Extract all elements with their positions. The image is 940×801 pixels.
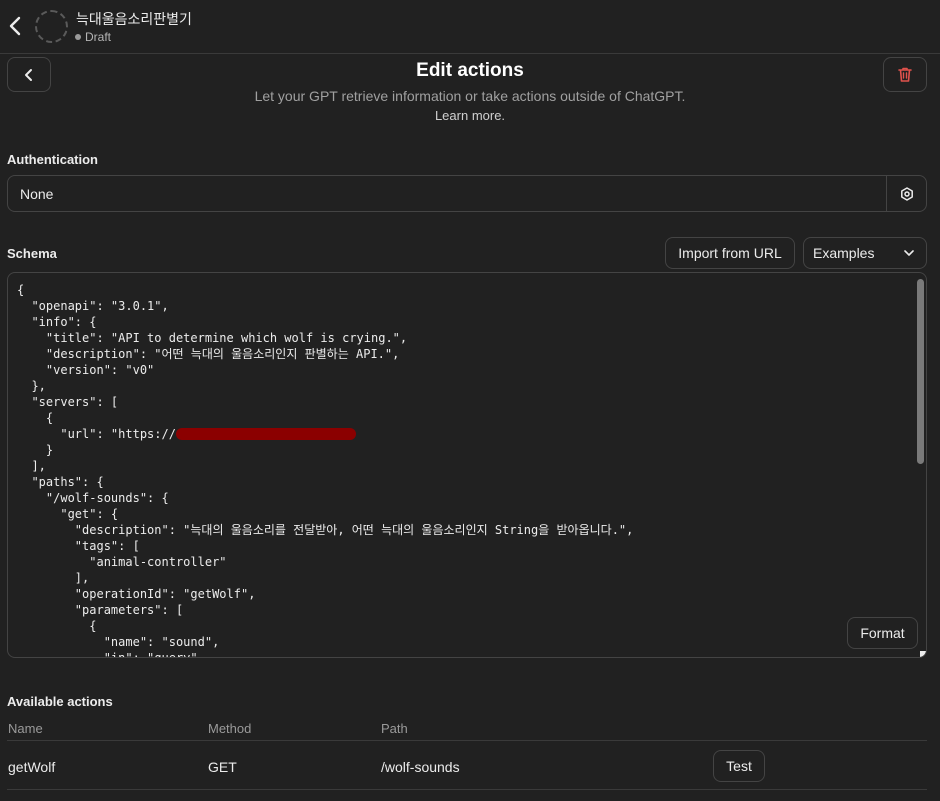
- delete-button[interactable]: [883, 57, 927, 92]
- back-chevron-icon[interactable]: [6, 14, 24, 38]
- column-header-name: Name: [8, 721, 43, 736]
- status-dot-icon: [75, 34, 81, 40]
- available-actions-label: Available actions: [7, 694, 113, 709]
- schema-scrollbar[interactable]: [917, 279, 924, 464]
- format-button[interactable]: Format: [847, 617, 918, 649]
- top-bar: 늑대울음소리판별기 Draft: [0, 0, 940, 54]
- table-divider: [7, 789, 927, 790]
- column-header-method: Method: [208, 721, 252, 736]
- test-label: Test: [726, 758, 752, 774]
- gpt-name: 늑대울음소리판별기: [76, 11, 192, 27]
- authentication-label: Authentication: [7, 152, 98, 167]
- schema-code-head: { "openapi": "3.0.1", "info": { "title":…: [17, 283, 408, 441]
- page-title: Edit actions: [416, 60, 524, 81]
- action-method: GET: [208, 759, 237, 775]
- status-label: Draft: [85, 30, 112, 44]
- examples-label: Examples: [813, 245, 875, 261]
- authentication-field[interactable]: None: [7, 175, 927, 212]
- gpt-avatar[interactable]: [35, 10, 68, 43]
- gear-icon: [900, 186, 913, 201]
- authentication-settings-button[interactable]: [886, 176, 926, 211]
- gpt-status: Draft: [75, 30, 111, 44]
- trash-icon: [898, 67, 912, 82]
- import-from-url-label: Import from URL: [678, 245, 782, 261]
- schema-editor[interactable]: { "openapi": "3.0.1", "info": { "title":…: [7, 272, 927, 658]
- column-header-path: Path: [381, 721, 408, 736]
- action-path: /wolf-sounds: [381, 759, 460, 775]
- authentication-value: None: [20, 186, 54, 202]
- table-divider: [7, 740, 927, 741]
- page-subtitle: Let your GPT retrieve information or tak…: [254, 88, 686, 104]
- redacted-url: [175, 428, 356, 440]
- test-button[interactable]: Test: [713, 750, 765, 782]
- action-name: getWolf: [8, 759, 56, 775]
- format-label: Format: [860, 625, 905, 641]
- schema-code[interactable]: { "openapi": "3.0.1", "info": { "title":…: [17, 282, 906, 658]
- examples-dropdown[interactable]: Examples: [803, 237, 927, 269]
- schema-label: Schema: [7, 246, 57, 261]
- resize-handle[interactable]: [920, 651, 926, 657]
- import-from-url-button[interactable]: Import from URL: [665, 237, 795, 269]
- chevron-down-icon: [904, 250, 914, 256]
- learn-more-link[interactable]: Learn more.: [0, 108, 940, 123]
- schema-code-tail: } ], "paths": { "/wolf-sounds": { "get":…: [31, 443, 634, 658]
